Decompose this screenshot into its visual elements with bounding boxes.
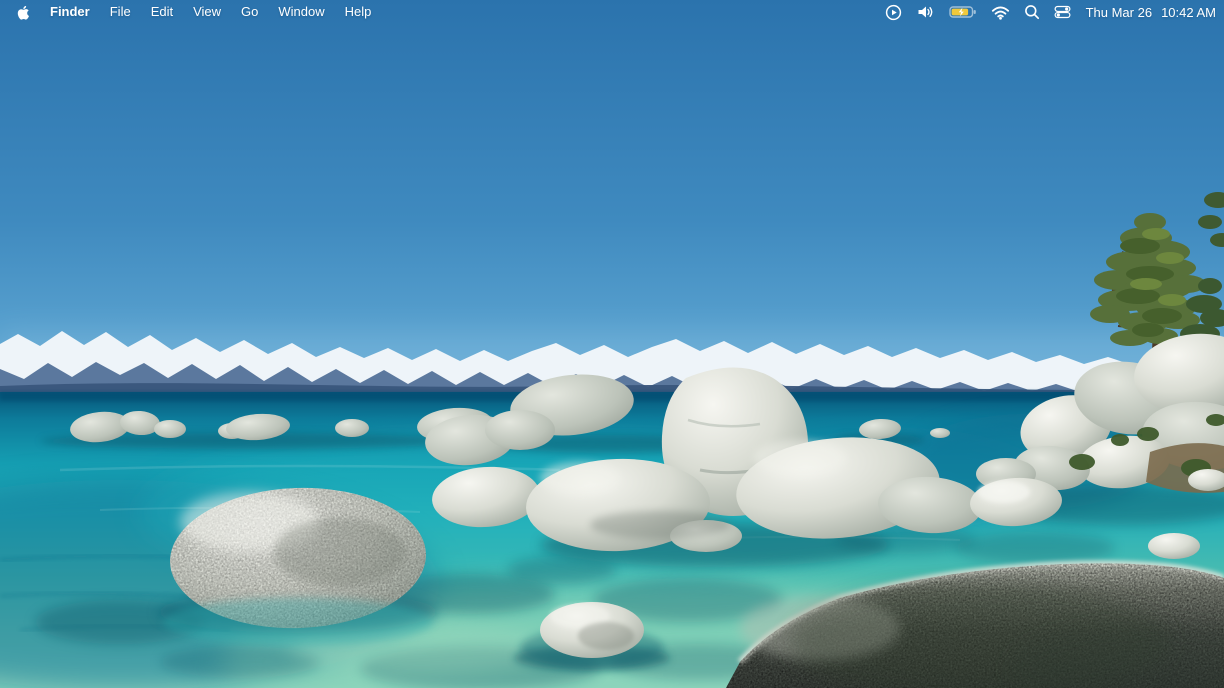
menu-bar-left: Finder File Edit View Go Window Help: [12, 0, 381, 24]
menu-window[interactable]: Window: [268, 0, 334, 24]
menu-bar: Finder File Edit View Go Window Help: [0, 0, 1224, 24]
menu-file[interactable]: File: [100, 0, 141, 24]
battery-charging-icon: [949, 4, 977, 20]
menu-bar-clock[interactable]: Thu Mar 26 10:42 AM: [1086, 5, 1216, 20]
menu-go[interactable]: Go: [231, 0, 268, 24]
menu-edit[interactable]: Edit: [141, 0, 183, 24]
menu-view[interactable]: View: [183, 0, 231, 24]
menu-finder[interactable]: Finder: [40, 0, 100, 24]
clock-date: Thu Mar 26: [1086, 5, 1152, 20]
volume-status[interactable]: [909, 0, 942, 24]
apple-icon: [16, 4, 30, 21]
apple-menu[interactable]: [12, 4, 40, 21]
screen-mirroring-icon: [885, 4, 902, 21]
menu-bar-status: Thu Mar 26 10:42 AM: [878, 0, 1216, 24]
sky: [0, 0, 1224, 400]
battery-status[interactable]: [942, 0, 984, 24]
volume-icon: [916, 4, 935, 20]
spotlight-search[interactable]: [1017, 0, 1047, 24]
control-center[interactable]: [1047, 0, 1078, 24]
wifi-status[interactable]: [984, 0, 1017, 24]
menu-help[interactable]: Help: [335, 0, 382, 24]
spotlight-search-icon: [1024, 4, 1040, 20]
wifi-icon: [991, 5, 1010, 20]
clock-time: 10:42 AM: [1161, 5, 1216, 20]
control-center-icon: [1054, 5, 1071, 19]
screen-mirroring-status[interactable]: [878, 0, 909, 24]
wallpaper-lake-tahoe: [0, 0, 1224, 688]
desktop: Finder File Edit View Go Window Help: [0, 0, 1224, 688]
